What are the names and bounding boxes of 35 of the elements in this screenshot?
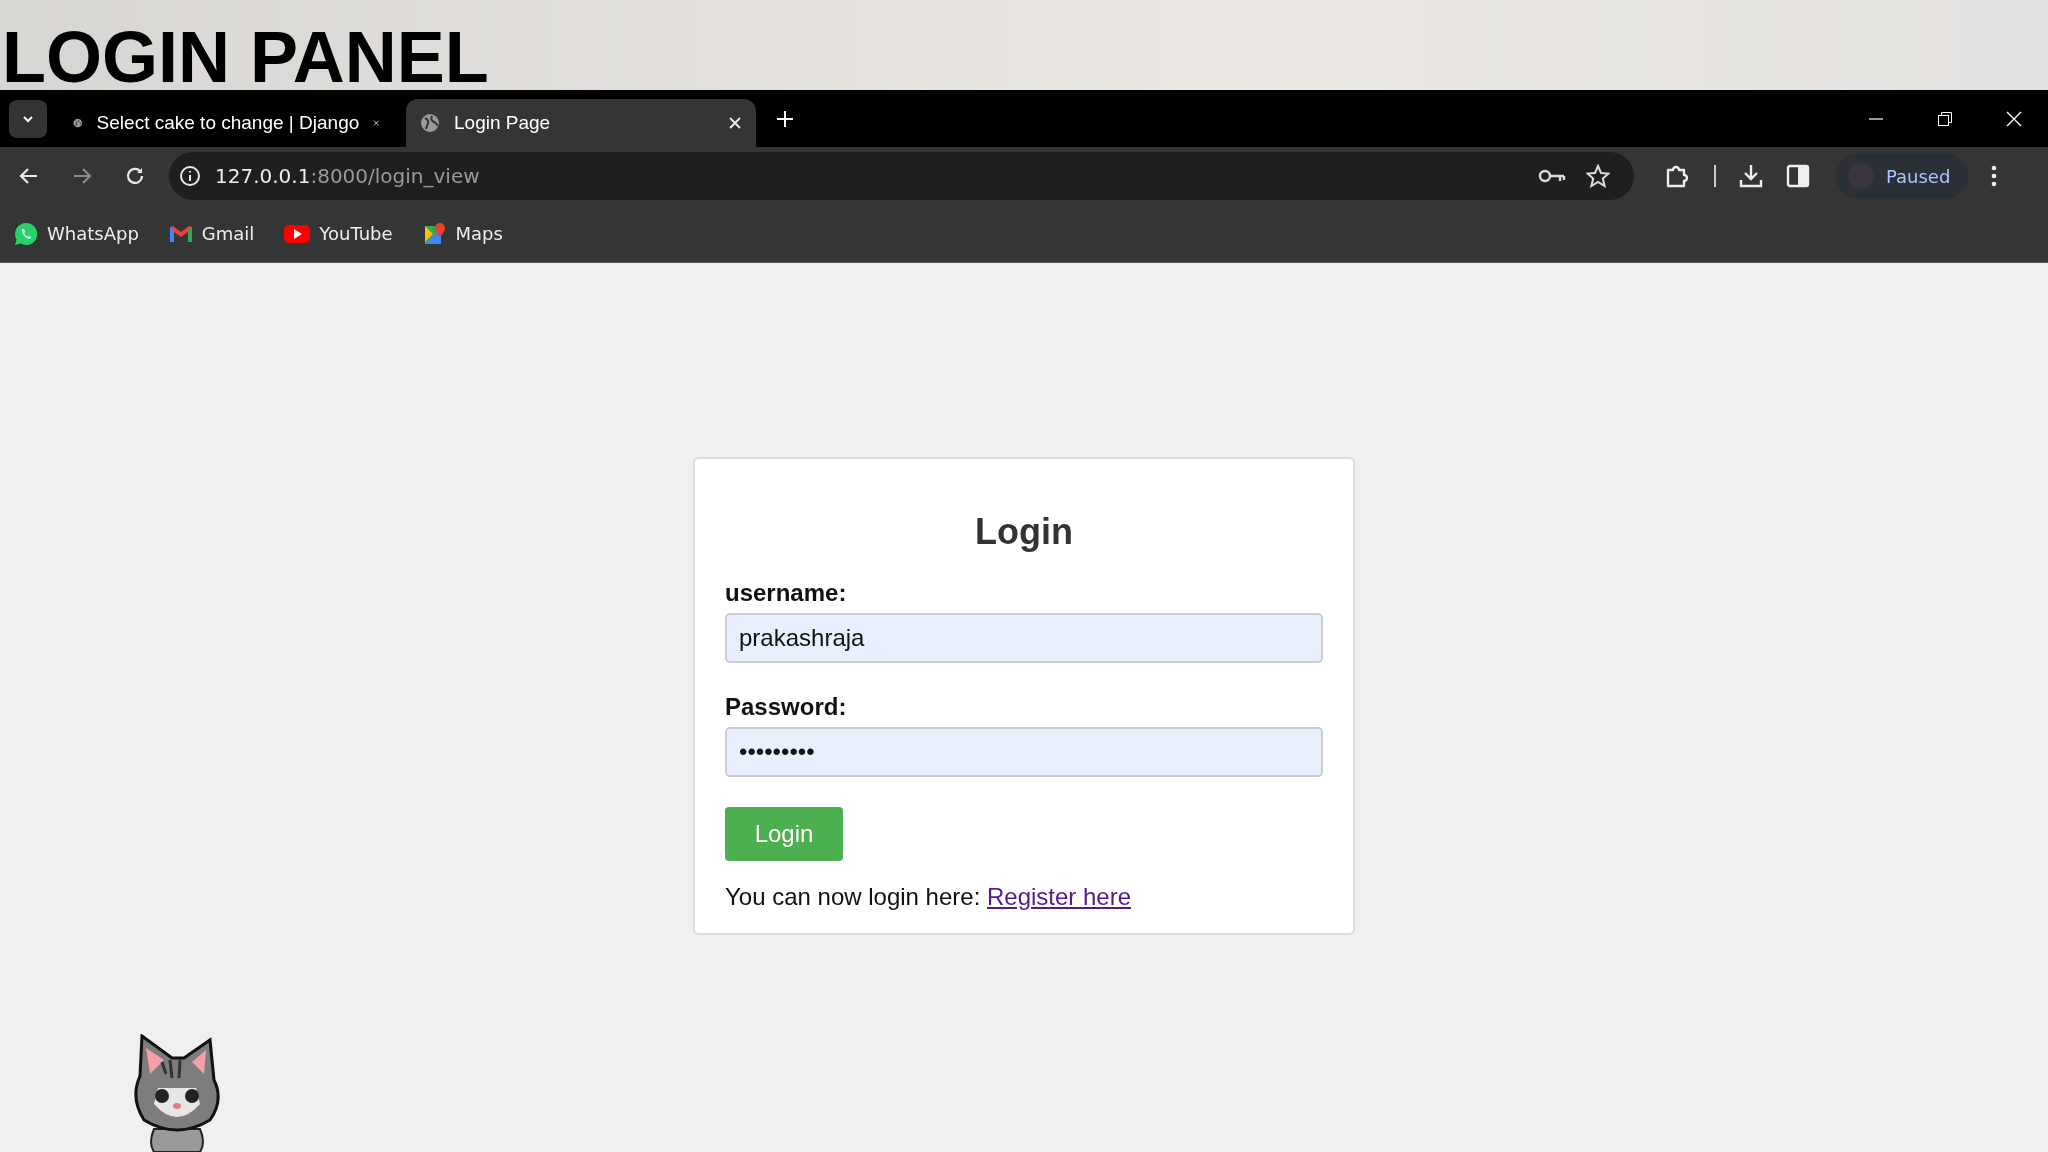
bookmark-link[interactable]: YouTube — [284, 223, 393, 244]
globe-icon — [420, 113, 440, 133]
profile-button[interactable]: Paused — [1836, 153, 1969, 199]
input-field[interactable]: ••••••••• — [725, 727, 1323, 777]
info-icon[interactable] — [179, 165, 201, 187]
bookmark-link[interactable]: Maps — [422, 221, 503, 246]
field-label: username: — [725, 579, 847, 607]
close-icon[interactable] — [728, 116, 742, 130]
register-prompt: You can now login here: Register here — [725, 883, 1132, 911]
browser-tab[interactable]: Login Page — [406, 99, 756, 147]
bookmark-link[interactable]: WhatsApp — [14, 221, 139, 246]
bookmark-link[interactable]: Gmail — [168, 223, 255, 244]
url-text: 127.0.0.1:8000/login_view — [215, 164, 480, 188]
browser-tab[interactable]: Select cake to change | Django — [59, 99, 394, 147]
envelope-icon — [168, 223, 193, 244]
star-icon[interactable] — [1586, 164, 1610, 188]
field-label: Password: — [725, 693, 847, 721]
form-title: Login — [975, 511, 1073, 553]
address-bar[interactable]: 127.0.0.1:8000/login_view — [169, 152, 1634, 200]
input-field[interactable]: prakashraja — [725, 613, 1323, 663]
reload-icon[interactable] — [124, 165, 146, 187]
new-tab-icon[interactable] — [776, 109, 794, 128]
tab-title: Login Page — [454, 112, 552, 134]
page-heading: LOGIN PANEL — [2, 20, 489, 94]
chat-bubble-icon — [14, 221, 38, 246]
menu-icon[interactable] — [1990, 164, 1999, 188]
side-panel-icon[interactable] — [1786, 164, 1810, 188]
register-link[interactable]: Register here — [987, 883, 1132, 910]
map-pin-icon — [422, 221, 447, 246]
restore-icon[interactable] — [1937, 110, 1953, 127]
play-icon — [284, 223, 311, 244]
tab-title: Select cake to change | Django — [96, 112, 360, 134]
download-icon[interactable] — [1738, 163, 1764, 189]
puzzle-icon[interactable] — [1664, 163, 1690, 189]
key-icon[interactable] — [1538, 168, 1566, 184]
